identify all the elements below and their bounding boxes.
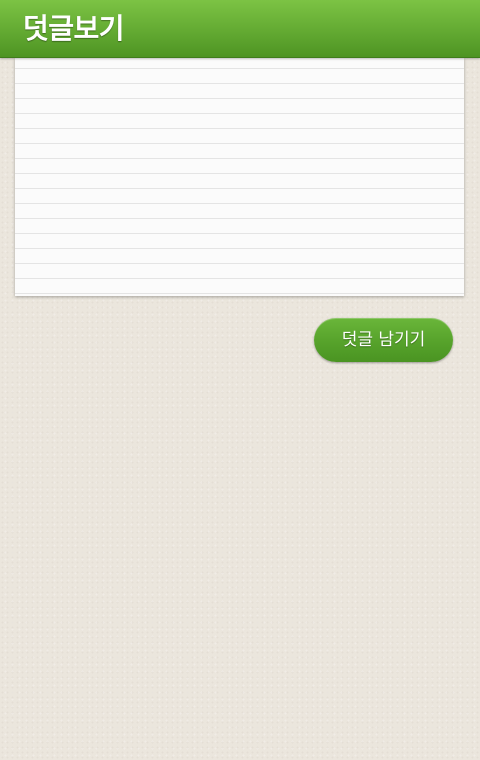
comment-list — [15, 58, 464, 296]
app-header: 덧글보기 — [0, 0, 480, 58]
leave-comment-button[interactable]: 덧글 남기기 — [314, 318, 453, 362]
page-title: 덧글보기 — [23, 12, 125, 45]
